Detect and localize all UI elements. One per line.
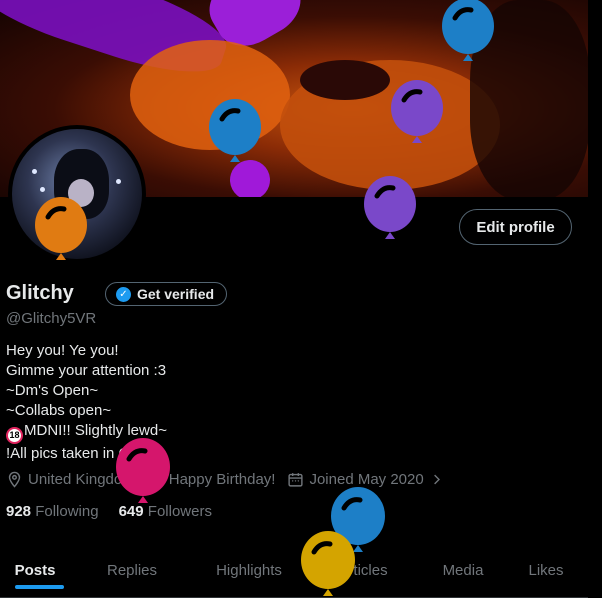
tab-label: Highlights — [216, 562, 282, 579]
birthday-balloon — [34, 197, 88, 267]
birthday-balloon — [208, 99, 262, 169]
no-under-18-icon: 18 — [6, 426, 23, 444]
tab-likes[interactable]: Likes — [504, 544, 588, 597]
birthday-balloon — [363, 176, 417, 246]
tab-label: Posts — [14, 562, 56, 579]
bio-line: Hey you! Ye you! — [6, 342, 119, 359]
user-handle: @Glitchy5VR — [6, 310, 97, 327]
edit-profile-button[interactable]: Edit profile — [459, 209, 572, 245]
tab-media[interactable]: Media — [422, 544, 504, 597]
tab-label: Media — [442, 562, 484, 579]
tab-replies[interactable]: Replies — [70, 544, 194, 597]
birthday-text: Happy Birthday! — [168, 471, 276, 488]
bio-line: ~Dm's Open~ — [6, 382, 99, 399]
profile-meta: United Kingdom Happy Birthday! Joined Ma… — [6, 471, 456, 488]
following-count: 928 — [6, 503, 32, 520]
calendar-icon — [288, 473, 304, 487]
birthday-balloon — [300, 530, 356, 598]
following-link[interactable]: 928 Following — [6, 503, 99, 520]
bio-line: Gimme your attention :3 — [6, 362, 167, 379]
birthday-balloon — [115, 437, 171, 511]
get-verified-label: Get verified — [137, 286, 215, 302]
birthday-balloon — [441, 0, 495, 66]
scrollbar[interactable] — [588, 0, 602, 598]
active-tab-indicator — [15, 585, 64, 589]
following-label: Following — [35, 503, 99, 520]
verified-badge-icon: ✓ — [116, 286, 131, 302]
birthday-balloon — [390, 80, 444, 150]
tab-posts[interactable]: Posts — [0, 544, 70, 597]
chevron-right-icon — [433, 474, 440, 485]
location-pin-icon — [8, 471, 21, 488]
bio-line: ~Collabs open~ — [6, 402, 112, 419]
profile-tabs: Posts Replies Highlights Articles Media … — [0, 544, 588, 598]
tab-label: Replies — [106, 562, 158, 579]
tab-label: Likes — [528, 562, 564, 579]
tab-highlights[interactable]: Highlights — [194, 544, 304, 597]
display-name: Glitchy — [6, 282, 74, 304]
get-verified-button[interactable]: ✓ Get verified — [105, 282, 228, 306]
